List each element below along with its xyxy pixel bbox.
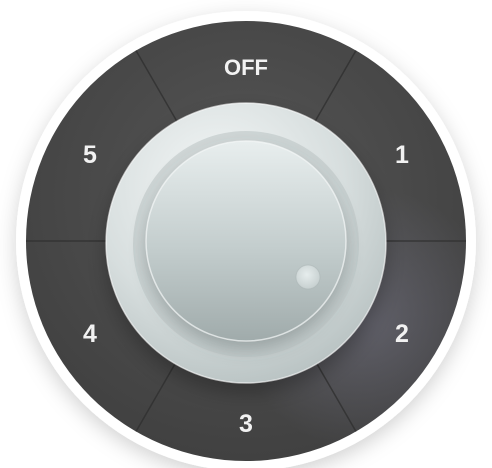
knob-inner-cap[interactable]: [146, 141, 346, 341]
indicator-dot-icon: [295, 264, 321, 290]
position-label-off[interactable]: OFF: [224, 55, 268, 80]
position-label-2[interactable]: 2: [395, 320, 409, 348]
position-label-1[interactable]: 1: [395, 141, 409, 169]
dial-widget: OFF 1 2 3 4 5: [0, 0, 492, 468]
position-label-4[interactable]: 4: [83, 320, 97, 348]
rotary-dial[interactable]: OFF 1 2 3 4 5: [0, 0, 492, 468]
position-label-3[interactable]: 3: [239, 410, 253, 438]
position-label-5[interactable]: 5: [83, 141, 97, 169]
knob[interactable]: [105, 102, 387, 384]
